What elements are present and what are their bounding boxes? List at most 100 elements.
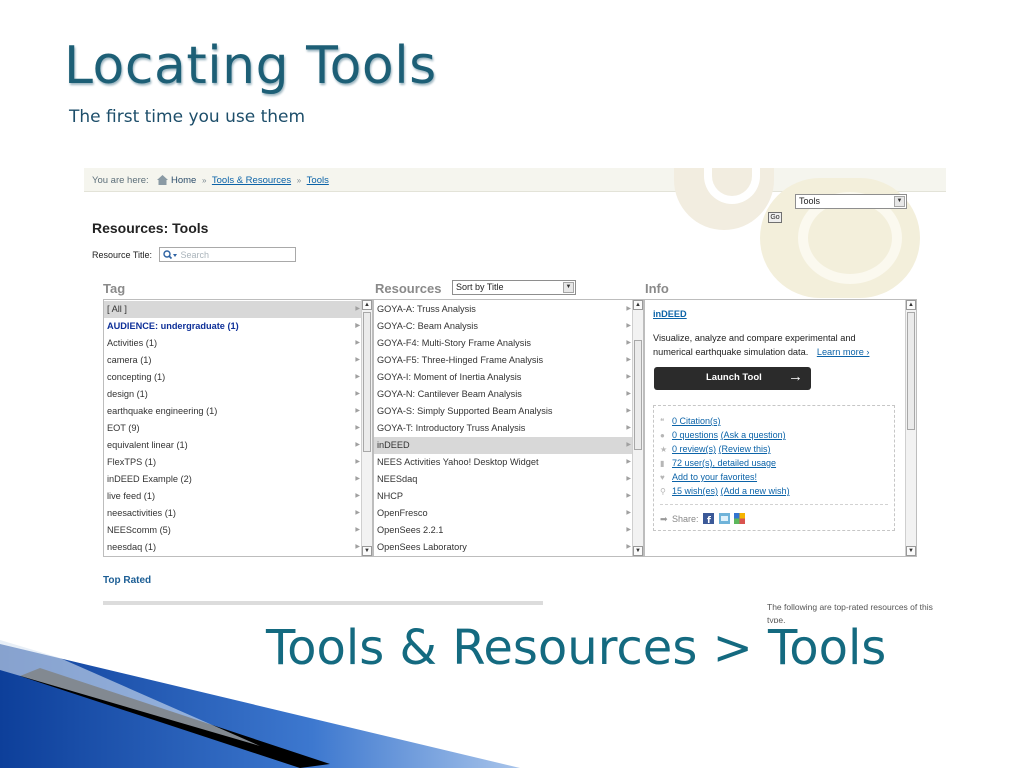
delicious-icon[interactable] [734, 513, 746, 524]
chevron-right-icon: ▶ [626, 442, 631, 448]
breadcrumb-tools-link[interactable]: Tools [307, 175, 329, 186]
citations-row: ❝ 0 Citation(s) [660, 416, 721, 430]
add-wish-link[interactable]: (Add a new wish) [721, 486, 790, 496]
tag-list-item[interactable]: design (1) ▶ [104, 386, 362, 403]
tag-list-item-label: Activities (1) [107, 338, 158, 348]
resource-list-item-label: NEESdaq [377, 474, 418, 484]
chevron-right-icon: ▶ [626, 391, 631, 397]
tag-list-item[interactable]: AUDIENCE: undergraduate (1) ▶ [104, 318, 362, 335]
resource-list-item[interactable]: GOYA-T: Introductory Truss Analysis ▶ [374, 420, 633, 437]
tag-list-scrollbar[interactable]: ▲ ▼ [361, 300, 372, 556]
chevron-right-icon: ▶ [626, 476, 631, 482]
screenshot-panel: You are here: Home » Tools & Resources »… [84, 168, 946, 623]
tag-list-item[interactable]: EOT (9) ▶ [104, 420, 362, 437]
scroll-thumb[interactable] [634, 340, 642, 450]
corner-decoration [0, 640, 520, 768]
tag-list-item-label: equivalent linear (1) [107, 440, 188, 450]
resource-list-item[interactable]: OpenSees 2.2.1 ▶ [374, 522, 633, 539]
scroll-up-icon[interactable]: ▲ [906, 300, 916, 310]
search-input[interactable]: Search [159, 247, 296, 262]
tag-list-item[interactable]: live feed (1) ▶ [104, 488, 362, 505]
review-this-link[interactable]: (Review this) [719, 444, 771, 454]
info-panel: inDEED Visualize, analyze and compare ex… [644, 299, 917, 557]
chevron-down-icon: ▼ [894, 196, 905, 207]
tag-list-item[interactable]: earthquake engineering (1) ▶ [104, 403, 362, 420]
resource-list-item-label: OpenSees 2.2.1 [377, 525, 444, 535]
tag-list-item-label: neesdaq (1) [107, 542, 157, 552]
top-rated-divider [103, 601, 543, 605]
resource-list-item[interactable]: inDEED ▶ [374, 437, 633, 454]
tag-list-item[interactable]: neesactivities (1) ▶ [104, 505, 362, 522]
top-rated-heading: Top Rated [103, 575, 152, 586]
breadcrumb-home-link[interactable]: Home [171, 175, 196, 186]
resource-list-item[interactable]: NEESdaq ▶ [374, 471, 633, 488]
resource-list-item[interactable]: GOYA-F5: Three-Hinged Frame Analysis ▶ [374, 352, 633, 369]
chevron-right-icon: ▶ [626, 459, 631, 465]
chevron-right-icon: ▶ [355, 306, 360, 312]
learn-more-link[interactable]: Learn more › [817, 347, 870, 357]
chevron-right-icon: ▶ [626, 493, 631, 499]
info-panel-scrollbar[interactable]: ▲ ▼ [905, 300, 916, 556]
tag-list-item-label: [ All ] [107, 304, 127, 314]
resource-list-item[interactable]: GOYA-S: Simply Supported Beam Analysis ▶ [374, 403, 633, 420]
chevron-right-icon: ▶ [355, 425, 360, 431]
tag-list: [ All ] ▶ AUDIENCE: undergraduate (1) ▶ Acti… [103, 299, 373, 557]
scroll-thumb[interactable] [363, 312, 371, 452]
search-placeholder: Search [180, 250, 210, 260]
reviews-link[interactable]: 0 review(s) [672, 444, 716, 454]
resource-list-scrollbar[interactable]: ▲ ▼ [632, 300, 643, 556]
arrow-right-icon: → [788, 368, 803, 385]
tag-list-item[interactable]: concepting (1) ▶ [104, 369, 362, 386]
scroll-down-icon[interactable]: ▼ [362, 546, 372, 556]
resource-list-item[interactable]: GOYA-C: Beam Analysis ▶ [374, 318, 633, 335]
info-column-heading: Info [645, 281, 669, 296]
tag-list-item[interactable]: inDEED Example (2) ▶ [104, 471, 362, 488]
resource-list-item[interactable]: GOYA-A: Truss Analysis ▶ [374, 301, 633, 318]
ask-question-link[interactable]: (Ask a question) [721, 430, 786, 440]
resource-list-item[interactable]: GOYA-F4: Multi-Story Frame Analysis ▶ [374, 335, 633, 352]
share-arrow-icon: ➡ [660, 514, 668, 524]
breadcrumb-tools-resources-link[interactable]: Tools & Resources [212, 175, 291, 186]
questions-link[interactable]: 0 questions [672, 430, 718, 440]
favorites-link[interactable]: Add to your favorites! [672, 472, 757, 482]
citations-link[interactable]: 0 Citation(s) [672, 416, 721, 426]
sort-select[interactable]: Sort by Title ▼ [452, 280, 576, 295]
tag-list-item[interactable]: NEEScomm (5) ▶ [104, 522, 362, 539]
scroll-up-icon[interactable]: ▲ [633, 300, 643, 310]
scroll-down-icon[interactable]: ▼ [906, 546, 916, 556]
info-title-link[interactable]: inDEED [653, 309, 687, 319]
tag-list-item[interactable]: Activities (1) ▶ [104, 335, 362, 352]
chevron-right-icon: ▶ [355, 459, 360, 465]
go-button[interactable]: Go [768, 212, 782, 223]
scroll-thumb[interactable] [907, 312, 915, 430]
tag-column-heading: Tag [103, 281, 126, 296]
usage-link[interactable]: 72 user(s), detailed usage [672, 458, 776, 468]
tag-list-item-label: camera (1) [107, 355, 152, 365]
tag-list-item[interactable]: neesdaq (1) ▶ [104, 539, 362, 556]
resource-list-item-label: OpenSees Laboratory [377, 542, 467, 552]
tag-list-item-label: neesactivities (1) [107, 508, 176, 518]
resource-list-item[interactable]: NEES Activities Yahoo! Desktop Widget ▶ [374, 454, 633, 471]
resource-type-select[interactable]: Tools ▼ [795, 194, 907, 209]
resource-list-item[interactable]: GOYA-N: Cantilever Beam Analysis ▶ [374, 386, 633, 403]
tag-list-item[interactable]: camera (1) ▶ [104, 352, 362, 369]
resource-list-item[interactable]: NHCP ▶ [374, 488, 633, 505]
chevron-right-icon: ▶ [355, 527, 360, 533]
tag-list-item[interactable]: equivalent linear (1) ▶ [104, 437, 362, 454]
scroll-down-icon[interactable]: ▼ [633, 546, 643, 556]
resource-list-item[interactable]: OpenFresco ▶ [374, 505, 633, 522]
resource-list-item[interactable]: OpenSees Laboratory ▶ [374, 539, 633, 556]
breadcrumb-prefix: You are here: [92, 175, 149, 186]
chevron-right-icon: ▶ [626, 425, 631, 431]
twitter-icon[interactable] [718, 513, 730, 524]
tag-list-item[interactable]: FlexTPS (1) ▶ [104, 454, 362, 471]
tag-list-item[interactable]: [ All ] ▶ [104, 301, 362, 318]
chevron-right-icon: ▶ [355, 340, 360, 346]
launch-tool-button[interactable]: Launch Tool → [654, 367, 811, 390]
facebook-icon[interactable]: f [703, 513, 715, 524]
resource-list-item[interactable]: GOYA-I: Moment of Inertia Analysis ▶ [374, 369, 633, 386]
wishes-link[interactable]: 15 wish(es) [672, 486, 718, 496]
sort-select-value: Sort by Title [456, 282, 504, 292]
scroll-up-icon[interactable]: ▲ [362, 300, 372, 310]
resource-list-item-label: GOYA-A: Truss Analysis [377, 304, 476, 314]
